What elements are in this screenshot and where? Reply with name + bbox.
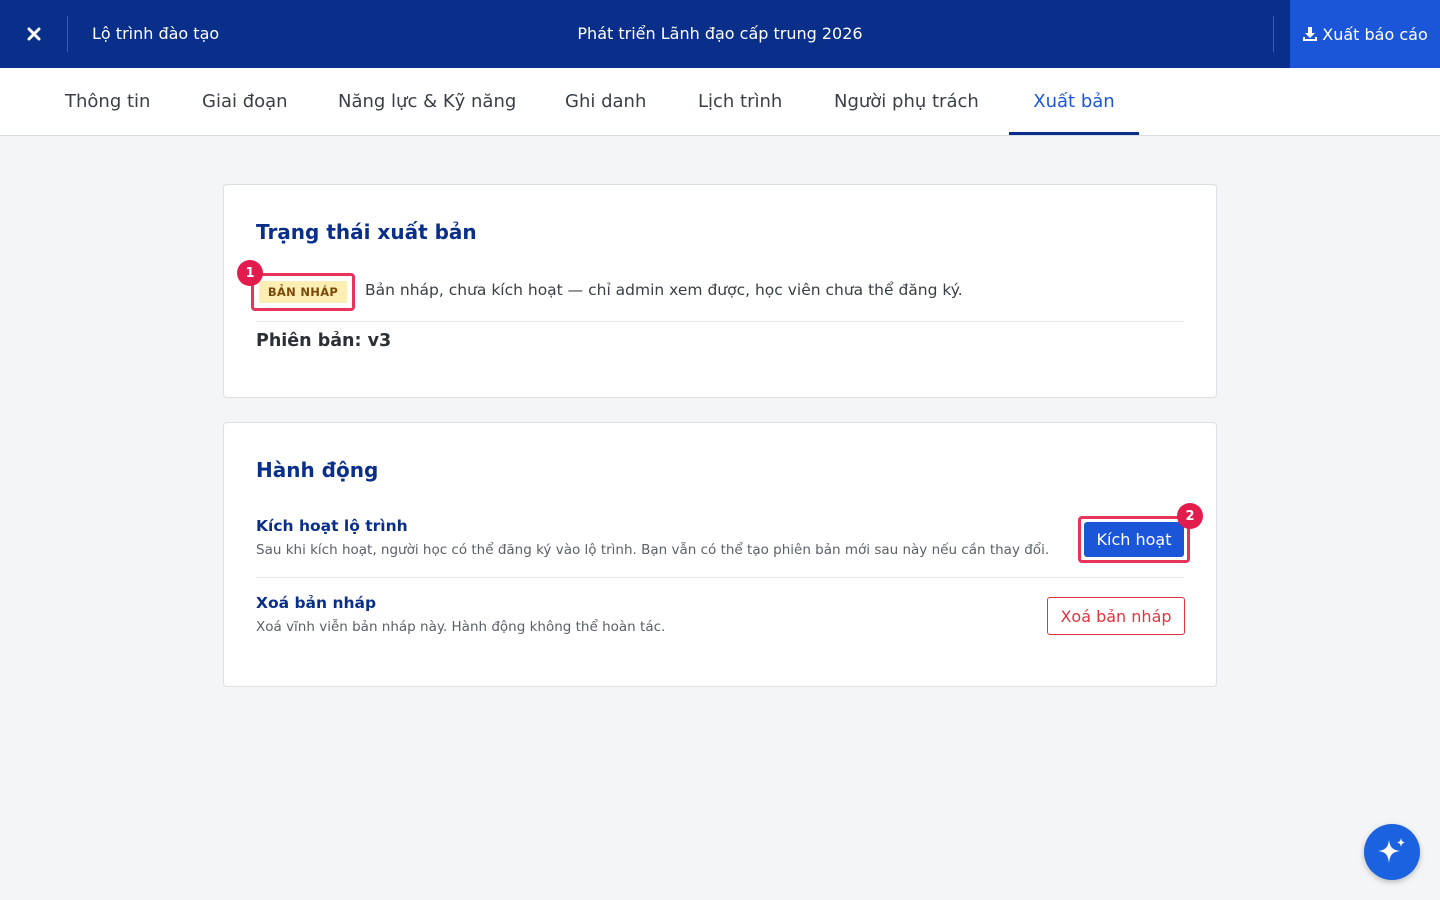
divider: [256, 577, 1184, 578]
tab-bar: Thông tin Giai đoạn Năng lực & Kỹ năng G…: [0, 68, 1440, 136]
delete-draft-button[interactable]: Xoá bản nháp: [1047, 597, 1185, 635]
version-label: Phiên bản: v3: [256, 331, 392, 351]
download-icon: [1303, 27, 1318, 41]
tab-schedule[interactable]: Lịch trình: [698, 68, 782, 136]
export-report-button[interactable]: Xuất báo cáo: [1290, 0, 1440, 68]
tab-competencies[interactable]: Năng lực & Kỹ năng: [338, 68, 516, 136]
sparkle-icon: [1378, 838, 1405, 863]
status-badge: BẢN NHÁP: [259, 281, 347, 303]
actions-card: Hành động Kích hoạt lộ trình Sau khi kíc…: [223, 422, 1217, 687]
status-description: Bản nháp, chưa kích hoạt — chỉ admin xem…: [365, 281, 963, 299]
ai-assistant-button[interactable]: [1364, 824, 1420, 880]
actions-title: Hành động: [256, 458, 379, 482]
close-icon: [27, 27, 41, 41]
header-divider: [1273, 16, 1274, 52]
close-button[interactable]: [0, 0, 68, 68]
active-tab-indicator: [1009, 132, 1139, 135]
tab-publish[interactable]: Xuất bản: [1009, 68, 1139, 136]
status-badge-highlight: BẢN NHÁP: [251, 273, 355, 311]
breadcrumb[interactable]: Lộ trình đào tạo: [92, 0, 219, 68]
publish-status-title: Trạng thái xuất bản: [256, 220, 477, 244]
top-bar: Lộ trình đào tạo Phát triển Lãnh đạo cấp…: [0, 0, 1440, 68]
activate-button[interactable]: Kích hoạt: [1084, 522, 1184, 557]
export-report-label: Xuất báo cáo: [1322, 24, 1428, 44]
page-title: Phát triển Lãnh đạo cấp trung 2026: [577, 24, 863, 43]
publish-status-card: Trạng thái xuất bản BẢN NHÁP 1 Bản nháp,…: [223, 184, 1217, 398]
activate-button-highlight: Kích hoạt: [1078, 516, 1190, 563]
tab-phases[interactable]: Giai đoạn: [202, 68, 288, 136]
tab-owners[interactable]: Người phụ trách: [834, 68, 979, 136]
delete-draft-title: Xoá bản nháp: [256, 594, 377, 612]
marker-badge-1: 1: [237, 260, 263, 286]
delete-draft-description: Xoá vĩnh viễn bản nháp này. Hành động kh…: [256, 619, 666, 635]
tab-enrollment[interactable]: Ghi danh: [565, 68, 646, 136]
header-divider: [67, 16, 68, 52]
activate-title: Kích hoạt lộ trình: [256, 517, 408, 535]
activate-description: Sau khi kích hoạt, người học có thể đăng…: [256, 542, 1050, 558]
divider: [256, 321, 1184, 322]
marker-badge-2: 2: [1177, 503, 1203, 529]
tab-info[interactable]: Thông tin: [65, 68, 150, 136]
